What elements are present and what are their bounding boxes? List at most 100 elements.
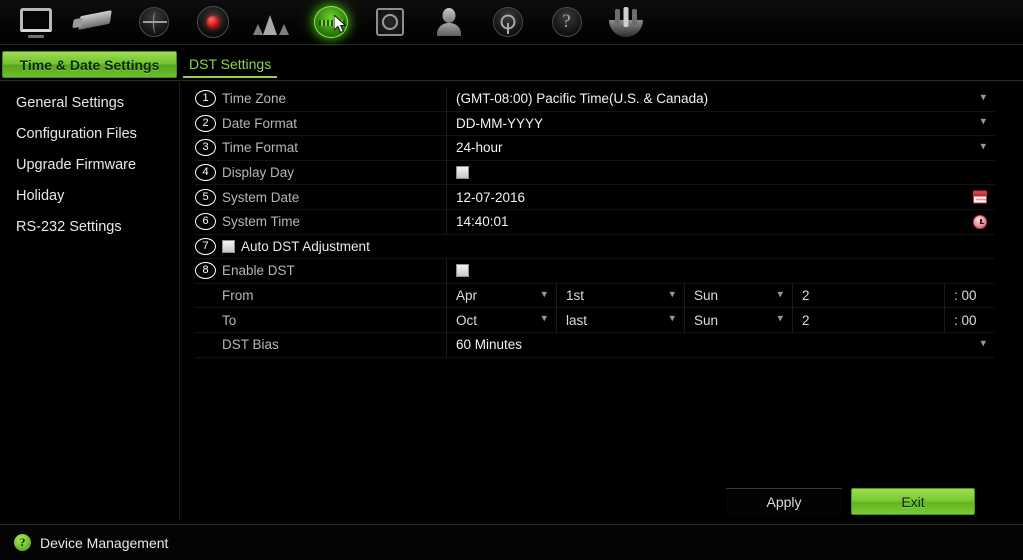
sidebar-item-upgrade-firmware[interactable]: Upgrade Firmware bbox=[0, 150, 179, 181]
checkbox-display-day[interactable] bbox=[456, 166, 469, 180]
hdd-icon bbox=[369, 5, 411, 39]
step-number-1: 1 bbox=[195, 90, 216, 108]
chevron-down-icon: ▾ bbox=[980, 140, 986, 153]
label-time-zone: Time Zone bbox=[222, 91, 287, 107]
value-dst-from-month: Apr bbox=[456, 288, 478, 304]
row-dst-to: To Oct ▾ last ▾ Sun ▾ 2 : 00 bbox=[195, 307, 995, 333]
step-number-5: 5 bbox=[195, 188, 216, 206]
input-dst-from-hour[interactable]: 2 bbox=[792, 283, 944, 308]
input-system-date[interactable]: 12-07-2016 bbox=[446, 184, 995, 210]
settings-main-panel: 1 Time Zone (GMT-08:00) Pacific Time(U.S… bbox=[181, 82, 1023, 520]
checkbox-auto-dst-adjustment[interactable] bbox=[222, 239, 235, 253]
value-time-zone: (GMT-08:00) Pacific Time(U.S. & Canada) bbox=[456, 91, 709, 107]
action-button-bar: Apply Exit bbox=[0, 484, 1023, 524]
select-dst-to-month[interactable]: Oct ▾ bbox=[446, 307, 556, 333]
select-dst-from-month[interactable]: Apr ▾ bbox=[446, 283, 556, 308]
step-number-4: 4 bbox=[195, 164, 216, 182]
select-dst-to-week[interactable]: last ▾ bbox=[556, 307, 684, 333]
toolbar-item-user[interactable] bbox=[419, 1, 478, 43]
label-dst-to: To bbox=[222, 312, 237, 328]
label-system-time: System Time bbox=[222, 214, 301, 230]
status-bar: ? Device Management bbox=[0, 524, 1023, 560]
value-time-format: 24-hour bbox=[456, 140, 503, 156]
sidebar-item-rs232-settings[interactable]: RS-232 Settings bbox=[0, 212, 179, 243]
toolbar-item-camera[interactable] bbox=[65, 1, 124, 43]
value-dst-to-week: last bbox=[566, 312, 588, 328]
toolbar-item-alarm[interactable] bbox=[242, 1, 301, 43]
toolbar-item-shutdown[interactable] bbox=[596, 1, 655, 43]
toolbar-item-help[interactable]: ? bbox=[537, 1, 596, 43]
row-display-day: 4 Display Day bbox=[195, 160, 995, 186]
row-dst-from: From Apr ▾ 1st ▾ Sun ▾ 2 : 00 bbox=[195, 283, 995, 309]
help-glyph: ? bbox=[551, 7, 582, 37]
value-dst-to-month: Oct bbox=[456, 312, 478, 328]
maintenance-icon bbox=[487, 5, 529, 39]
row-time-zone: 1 Time Zone (GMT-08:00) Pacific Time(U.S… bbox=[195, 86, 995, 112]
sidebar-item-general-settings[interactable]: General Settings bbox=[0, 88, 179, 119]
record-icon bbox=[192, 5, 234, 39]
apply-button[interactable]: Apply bbox=[726, 488, 842, 515]
calendar-icon[interactable] bbox=[973, 190, 987, 204]
input-dst-to-hour[interactable]: 2 bbox=[792, 307, 944, 333]
exit-button[interactable]: Exit bbox=[851, 488, 975, 515]
sidebar-item-holiday[interactable]: Holiday bbox=[0, 181, 179, 212]
value-system-time: 14:40:01 bbox=[456, 214, 509, 230]
label-enable-dst: Enable DST bbox=[222, 263, 295, 279]
value-dst-from-minute: : 00 bbox=[954, 288, 977, 304]
chevron-down-icon: ▾ bbox=[777, 312, 783, 325]
tab-time-date-settings[interactable]: Time & Date Settings bbox=[2, 51, 177, 78]
toolbar-item-network[interactable] bbox=[301, 1, 360, 43]
label-auto-dst-adjustment: Auto DST Adjustment bbox=[241, 238, 370, 254]
input-system-time[interactable]: 14:40:01 bbox=[446, 209, 995, 235]
select-time-zone[interactable]: (GMT-08:00) Pacific Time(U.S. & Canada) … bbox=[446, 86, 995, 112]
row-auto-dst-adjustment: 7 Auto DST Adjustment bbox=[195, 235, 995, 260]
cell-display-day bbox=[446, 160, 995, 185]
shutdown-icon bbox=[605, 5, 647, 39]
row-system-time: 6 System Time 14:40:01 bbox=[195, 209, 995, 235]
label-dst-bias: DST Bias bbox=[222, 337, 279, 353]
step-number-3: 3 bbox=[195, 139, 216, 157]
main-toolbar: ? bbox=[0, 0, 1023, 45]
toolbar-item-record[interactable] bbox=[183, 1, 242, 43]
value-dst-from-week: 1st bbox=[566, 288, 585, 304]
step-number-6: 6 bbox=[195, 213, 216, 231]
monitor-icon bbox=[15, 5, 57, 39]
clock-icon[interactable] bbox=[973, 214, 987, 229]
step-number-7: 7 bbox=[195, 237, 216, 255]
sidebar-item-configuration-files[interactable]: Configuration Files bbox=[0, 119, 179, 150]
cell-enable-dst bbox=[446, 258, 995, 284]
label-time-format: Time Format bbox=[222, 140, 299, 156]
tab-dst-settings[interactable]: DST Settings bbox=[183, 51, 278, 78]
label-display-day: Display Day bbox=[222, 165, 295, 181]
select-dst-from-week[interactable]: 1st ▾ bbox=[556, 283, 684, 308]
toolbar-item-hdd[interactable] bbox=[360, 1, 419, 43]
chevron-down-icon: ▾ bbox=[980, 337, 986, 350]
select-date-format[interactable]: DD-MM-YYYY ▾ bbox=[446, 111, 995, 136]
toolbar-item-maintenance[interactable] bbox=[478, 1, 537, 43]
toolbar-item-live-view[interactable] bbox=[6, 1, 65, 43]
chevron-down-icon: ▾ bbox=[541, 287, 547, 300]
help-icon: ? bbox=[546, 5, 588, 39]
label-system-date: System Date bbox=[222, 189, 300, 205]
row-dst-bias: DST Bias 60 Minutes ▾ bbox=[195, 332, 995, 358]
chevron-down-icon: ▾ bbox=[669, 312, 675, 325]
row-time-format: 3 Time Format 24-hour ▾ bbox=[195, 135, 995, 161]
value-dst-bias: 60 Minutes bbox=[456, 337, 523, 353]
checkbox-enable-dst[interactable] bbox=[456, 264, 469, 278]
row-system-date: 5 System Date 12-07-2016 bbox=[195, 184, 995, 210]
chevron-down-icon: ▾ bbox=[541, 312, 547, 325]
label-dst-from: From bbox=[222, 288, 254, 304]
help-icon[interactable]: ? bbox=[14, 534, 31, 551]
input-dst-to-minute[interactable]: : 00 bbox=[944, 307, 995, 333]
input-dst-from-minute[interactable]: : 00 bbox=[944, 283, 995, 308]
select-dst-from-weekday[interactable]: Sun ▾ bbox=[684, 283, 792, 308]
select-dst-bias[interactable]: 60 Minutes ▾ bbox=[446, 332, 995, 358]
select-dst-to-weekday[interactable]: Sun ▾ bbox=[684, 307, 792, 333]
row-enable-dst: 8 Enable DST bbox=[195, 258, 995, 284]
value-date-format: DD-MM-YYYY bbox=[456, 115, 543, 131]
chevron-down-icon: ▾ bbox=[777, 287, 783, 300]
row-date-format: 2 Date Format DD-MM-YYYY ▾ bbox=[195, 111, 995, 137]
chevron-down-icon: ▾ bbox=[669, 287, 675, 300]
select-time-format[interactable]: 24-hour ▾ bbox=[446, 135, 995, 161]
toolbar-item-playback[interactable] bbox=[124, 1, 183, 43]
